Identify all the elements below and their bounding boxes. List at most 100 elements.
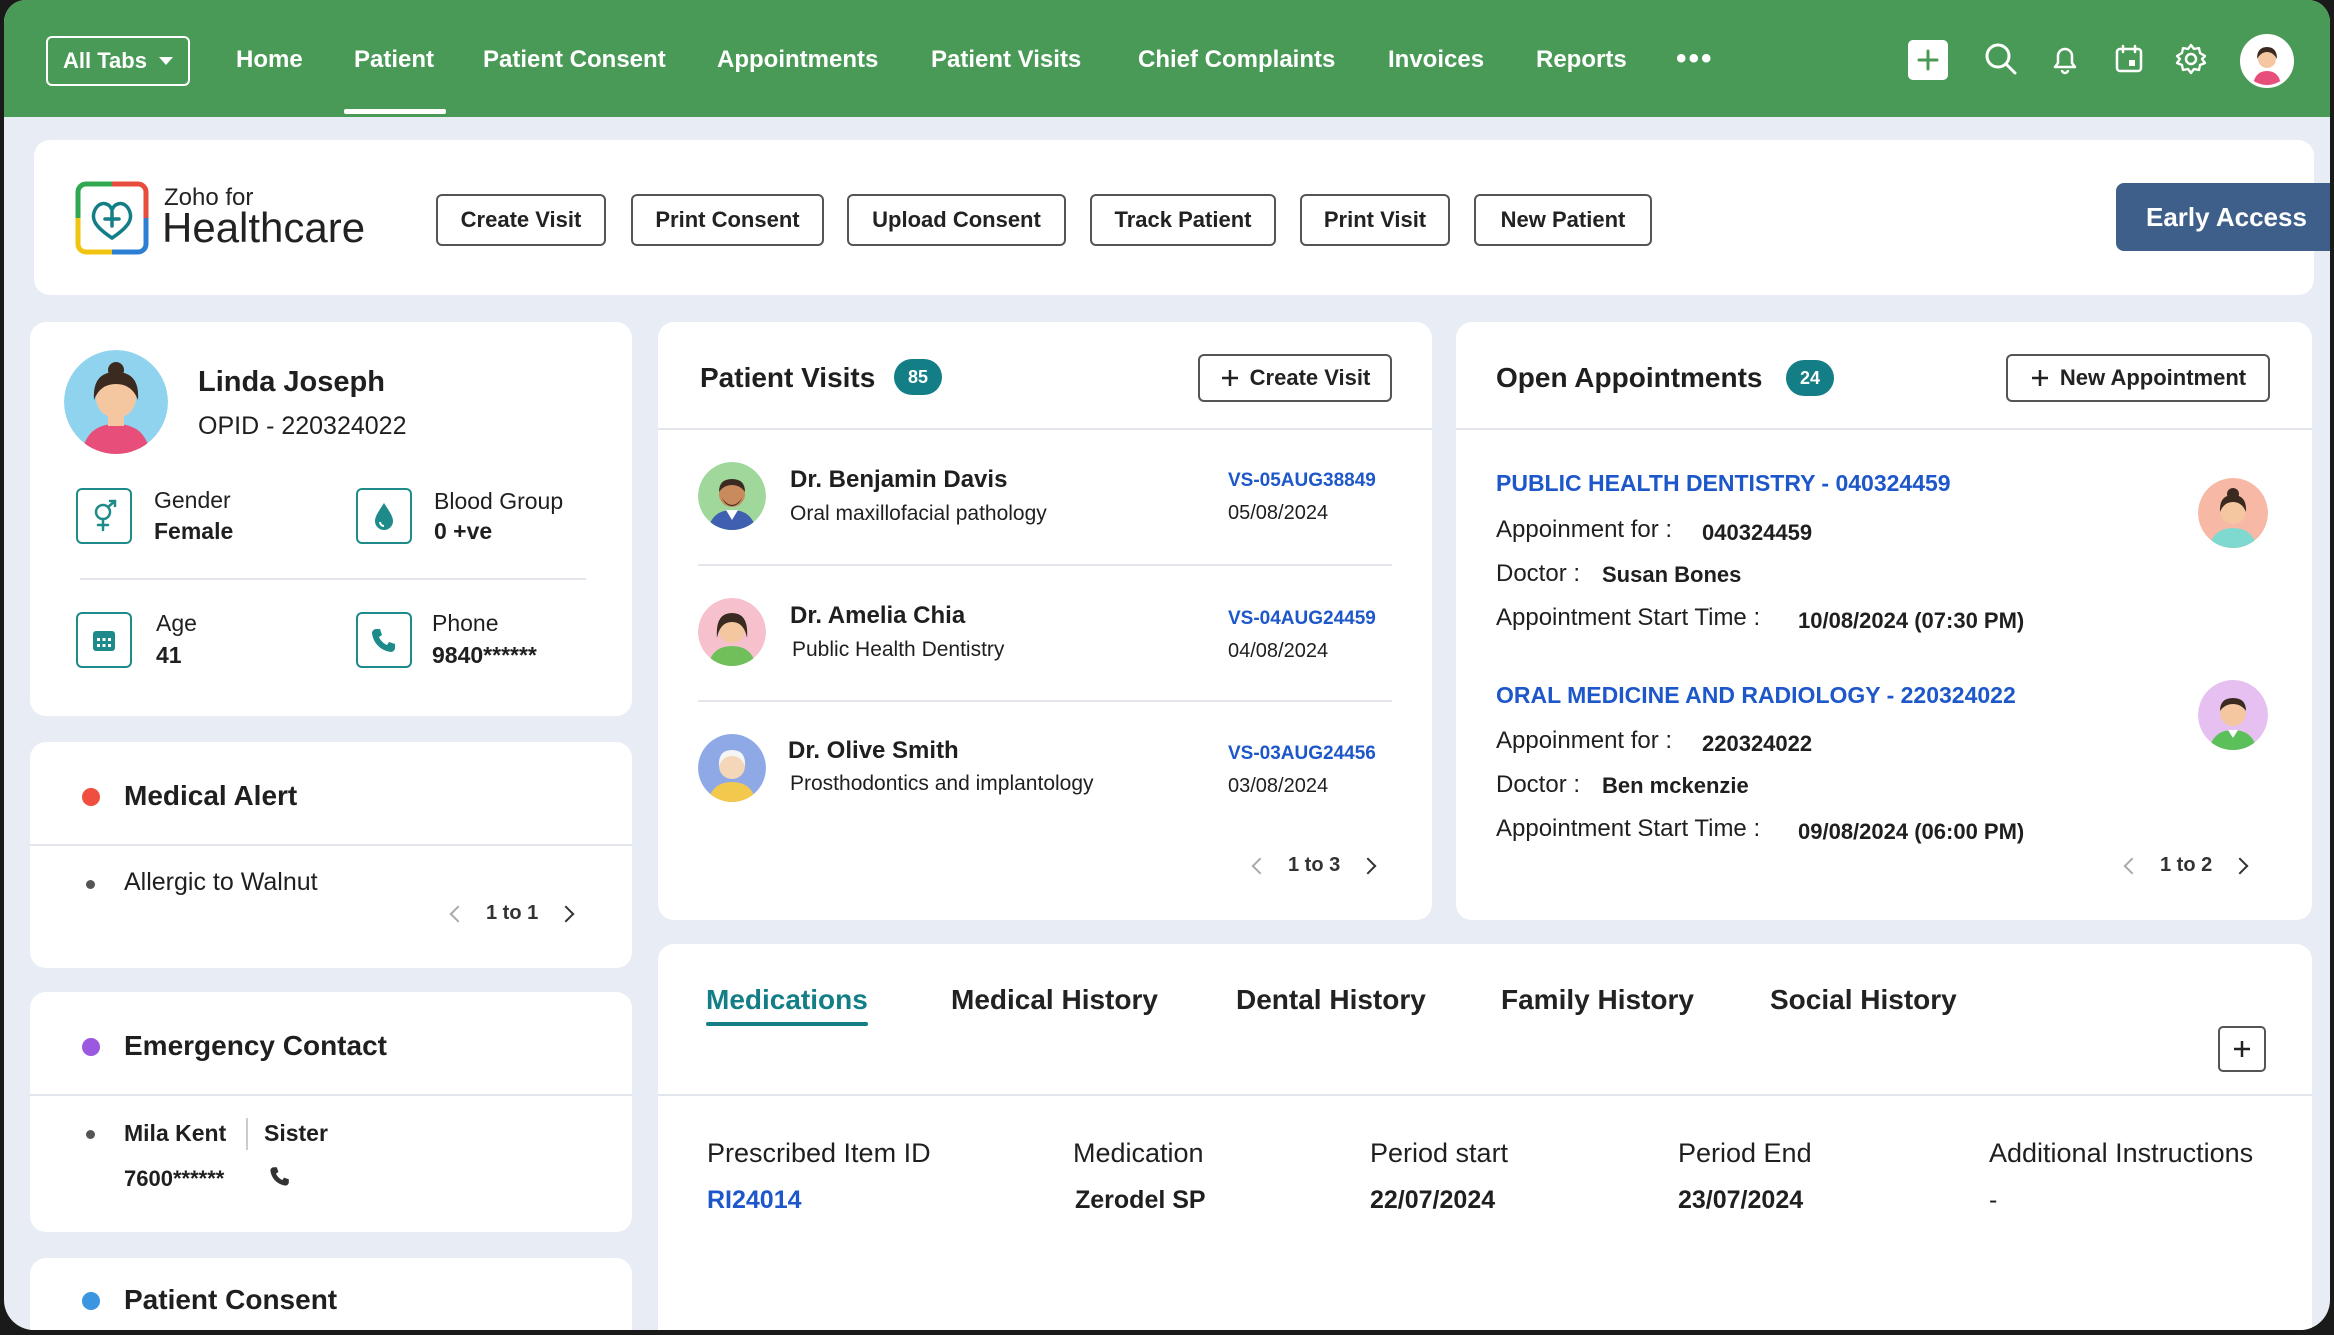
tab-medications[interactable]: Medications bbox=[706, 984, 868, 1016]
tab-family-history[interactable]: Family History bbox=[1501, 984, 1694, 1016]
history-card bbox=[658, 944, 2312, 1330]
appointment-doctor-label: Doctor : bbox=[1496, 560, 1581, 587]
prev-page-icon[interactable] bbox=[2123, 857, 2141, 874]
visit-doctor: Dr. Amelia Chia bbox=[790, 602, 966, 629]
bell-icon[interactable] bbox=[2046, 40, 2084, 78]
appointment-doctor-avatar bbox=[2198, 680, 2268, 750]
emergency-contact-card bbox=[30, 992, 632, 1232]
create-visit-card-button[interactable]: Create Visit bbox=[1198, 354, 1392, 402]
doctor-avatar bbox=[698, 734, 766, 802]
tab-social-history[interactable]: Social History bbox=[1770, 984, 1957, 1016]
appointment-start-value: 09/08/2024 (06:00 PM) bbox=[1798, 819, 2025, 844]
all-tabs-dropdown[interactable]: All Tabs bbox=[46, 36, 190, 86]
period-end-cell: 23/07/2024 bbox=[1678, 1186, 1804, 1214]
visit-doctor: Dr. Benjamin Davis bbox=[790, 466, 1008, 493]
next-page-icon[interactable] bbox=[2231, 857, 2249, 874]
blood-drop-icon bbox=[356, 488, 412, 544]
visits-count-badge: 85 bbox=[894, 359, 942, 395]
nav-reports[interactable]: Reports bbox=[1536, 46, 1627, 74]
prev-page-icon[interactable] bbox=[449, 905, 467, 922]
visit-divider bbox=[698, 564, 1392, 566]
search-icon[interactable] bbox=[1982, 40, 2020, 78]
blood-group-label: Blood Group bbox=[434, 488, 564, 514]
column-header: Prescribed Item ID bbox=[707, 1138, 931, 1168]
alert-dot bbox=[82, 788, 100, 806]
nav-invoices[interactable]: Invoices bbox=[1388, 46, 1484, 74]
add-history-button[interactable] bbox=[2218, 1026, 2266, 1072]
alert-bullet bbox=[86, 880, 95, 889]
appointment-title-link[interactable]: PUBLIC HEALTH DENTISTRY - 040324459 bbox=[1496, 470, 1951, 497]
appointments-header-divider bbox=[1456, 428, 2312, 430]
patient-card-divider bbox=[80, 578, 586, 580]
visit-id-link[interactable]: VS-04AUG24459 bbox=[1228, 608, 1376, 630]
tab-medical-history[interactable]: Medical History bbox=[951, 984, 1158, 1016]
nav-appointments[interactable]: Appointments bbox=[717, 46, 878, 74]
chevron-down-icon bbox=[158, 57, 173, 65]
app-frame: All Tabs Home Patient Patient Consent Ap… bbox=[4, 0, 2330, 1330]
visit-specialty: Prosthodontics and implantology bbox=[790, 772, 1094, 795]
new-appointment-button[interactable]: New Appointment bbox=[2006, 354, 2270, 402]
visit-id-link[interactable]: VS-03AUG24456 bbox=[1228, 743, 1376, 765]
appointment-doctor-avatar bbox=[2198, 478, 2268, 548]
print-consent-button[interactable]: Print Consent bbox=[631, 194, 824, 246]
visit-date: 05/08/2024 bbox=[1228, 502, 1329, 524]
patient-visits-title: Patient Visits bbox=[700, 362, 876, 393]
prescribed-item-link[interactable]: RI24014 bbox=[707, 1186, 802, 1215]
age-label: Age bbox=[156, 610, 197, 636]
medical-alert-card bbox=[30, 742, 632, 968]
visit-date: 04/08/2024 bbox=[1228, 640, 1329, 662]
user-avatar[interactable] bbox=[2240, 34, 2294, 88]
active-history-tab-indicator bbox=[706, 1022, 868, 1026]
appointment-start-label: Appointment Start Time : bbox=[1496, 815, 1761, 842]
print-visit-button[interactable]: Print Visit bbox=[1300, 194, 1450, 246]
appointments-pager: 1 to 2 bbox=[2123, 854, 2249, 877]
appointment-doctor-label: Doctor : bbox=[1496, 771, 1581, 798]
prev-page-icon[interactable] bbox=[1251, 857, 1269, 874]
visit-doctor: Dr. Olive Smith bbox=[788, 737, 959, 764]
plus-icon[interactable] bbox=[1908, 40, 1948, 80]
upload-consent-button[interactable]: Upload Consent bbox=[847, 194, 1066, 246]
tab-dental-history[interactable]: Dental History bbox=[1236, 984, 1426, 1016]
zoho-healthcare-logo bbox=[75, 181, 149, 255]
early-access-button[interactable]: Early Access bbox=[2116, 183, 2330, 251]
visit-specialty: Public Health Dentistry bbox=[792, 638, 1005, 661]
appointments-pager-text: 1 to 2 bbox=[2160, 854, 2213, 876]
nav-chief-complaints[interactable]: Chief Complaints bbox=[1138, 46, 1335, 74]
emergency-separator bbox=[246, 1118, 248, 1150]
track-patient-button[interactable]: Track Patient bbox=[1090, 194, 1276, 246]
patient-name: Linda Joseph bbox=[198, 366, 385, 398]
phone-icon bbox=[356, 612, 412, 668]
patient-avatar bbox=[64, 350, 168, 454]
create-visit-card-label: Create Visit bbox=[1249, 365, 1371, 390]
nav-patient[interactable]: Patient bbox=[354, 46, 434, 74]
visit-divider bbox=[698, 700, 1392, 702]
phone-label: Phone bbox=[432, 610, 499, 636]
visit-id-link[interactable]: VS-05AUG38849 bbox=[1228, 470, 1376, 492]
gear-icon[interactable] bbox=[2172, 40, 2210, 78]
visit-date: 03/08/2024 bbox=[1228, 775, 1329, 797]
new-appointment-label: New Appointment bbox=[2059, 365, 2247, 390]
call-icon[interactable] bbox=[268, 1164, 292, 1188]
nav-home[interactable]: Home bbox=[236, 46, 303, 74]
doctor-avatar bbox=[698, 462, 766, 530]
nav-patient-visits[interactable]: Patient Visits bbox=[931, 46, 1081, 74]
blood-group-value: 0 +ve bbox=[434, 518, 493, 544]
more-menu-icon[interactable]: ••• bbox=[1676, 42, 1714, 76]
appointment-for-value: 220324022 bbox=[1702, 731, 1813, 756]
alert-divider bbox=[30, 844, 632, 846]
appointment-title-link[interactable]: ORAL MEDICINE AND RADIOLOGY - 220324022 bbox=[1496, 682, 2016, 709]
column-header: Additional Instructions bbox=[1989, 1138, 2254, 1168]
next-page-icon[interactable] bbox=[1359, 857, 1377, 874]
emergency-bullet bbox=[86, 1130, 95, 1139]
next-page-icon[interactable] bbox=[557, 905, 575, 922]
medical-alert-title: Medical Alert bbox=[124, 780, 298, 811]
patient-opid: OPID - 220324022 bbox=[198, 412, 407, 440]
calendar-icon[interactable] bbox=[2110, 40, 2148, 78]
new-patient-button[interactable]: New Patient bbox=[1474, 194, 1652, 246]
column-header: Period End bbox=[1678, 1138, 1812, 1168]
appointment-for-value: 040324459 bbox=[1702, 520, 1813, 545]
nav-patient-consent[interactable]: Patient Consent bbox=[483, 46, 666, 74]
appointment-doctor-value: Ben mckenzie bbox=[1602, 773, 1749, 798]
create-visit-button[interactable]: Create Visit bbox=[436, 194, 606, 246]
emergency-phone: 7600****** bbox=[124, 1166, 225, 1191]
